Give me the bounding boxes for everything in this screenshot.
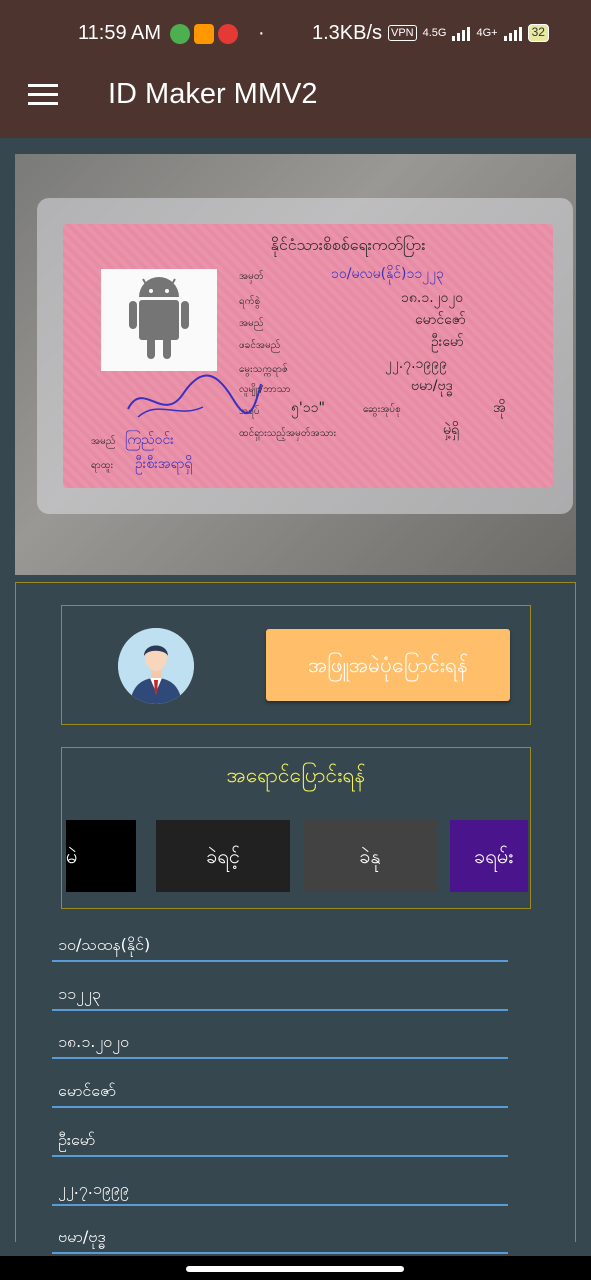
chrome-icon <box>170 24 190 44</box>
notification-icons <box>170 24 238 44</box>
card-value-rank: ဦးစီးအရာရှိ <box>135 456 193 472</box>
app-bar: ID Maker MMV2 <box>0 54 591 138</box>
issue-date-field[interactable]: ၁၈.၁.၂၀၂၀ <box>52 1023 508 1059</box>
color-section: အရောင်ပြောင်းရန် ခမဲ ခဲရင့် ခဲနု ခရမ်း <box>61 747 531 909</box>
hamburger-menu-icon[interactable] <box>28 84 58 108</box>
swatch-dark-gray[interactable]: ခဲရင့် <box>156 820 290 892</box>
battery-icon: 32 <box>527 24 549 42</box>
signature-scribble <box>127 374 262 418</box>
signal-label-1: 4.5G <box>422 27 447 39</box>
system-icons: VPN 4.5G 4G+ 32 <box>388 24 549 42</box>
swatch-purple[interactable]: ခရမ်း <box>450 820 528 892</box>
status-bar: 11:59 AM · 1.3KB/s VPN 4.5G 4G+ 32 <box>0 0 591 54</box>
card-value-id: ၁၀/မလမ(နိုင်)၁၁၂၂၃ <box>331 266 444 282</box>
card-value-height: ၅'၁၁" <box>291 400 325 416</box>
id-card: နိုင်ငံသားစိစစ်ရေးကတ်ပြား အမှတ် ရက်စွဲ အ… <box>63 224 553 488</box>
field-value: ဗမာ/ဗုဒ္ဓ <box>58 1227 106 1246</box>
app-notification-icon <box>194 24 214 44</box>
card-value-dob: ၂၂.၇.၁၉၉၉ <box>385 356 448 372</box>
android-icon[interactable] <box>101 269 217 371</box>
swatch-label: ခဲနု <box>359 844 381 868</box>
network-speed: 1.3KB/s <box>312 22 383 44</box>
system-nav-bar <box>0 1256 591 1280</box>
vpn-icon: VPN <box>388 25 417 41</box>
father-name-field[interactable]: ဦးမော် <box>52 1121 508 1157</box>
change-photo-bw-button[interactable]: အဖြူအမဲပုံပြောင်းရန် <box>266 629 510 701</box>
field-value: ၁၁၂၂၃ <box>58 984 101 1003</box>
home-gesture-pill[interactable] <box>186 1266 404 1272</box>
card-value-father: ဦးမော် <box>431 334 464 350</box>
card-value-issuer: ကြည်ဝင်း <box>125 432 174 448</box>
card-label: အမှတ် <box>239 271 264 282</box>
birth-date-field[interactable]: ၂၂.၇.၁၉၉၉ <box>52 1170 508 1206</box>
card-label: အမည် <box>239 318 264 329</box>
card-value-date: ၁၈.၁.၂၀၂၀ <box>401 290 464 306</box>
signal-icon <box>452 25 471 41</box>
swatch-label: ခရမ်း <box>474 844 514 868</box>
photo-section: အဖြူအမဲပုံပြောင်းရန် <box>61 605 531 725</box>
field-value: ၂၂.၇.၁၉၉၉ <box>58 1179 129 1198</box>
card-value-blood: အို <box>493 400 506 416</box>
card-value-name: မောင်ဇော် <box>415 312 466 328</box>
card-label: ဆွေးအုပ်စု <box>363 404 401 415</box>
signal-label-2: 4G+ <box>476 27 498 39</box>
swatch-gray[interactable]: ခဲနု <box>303 820 437 892</box>
name-field[interactable]: မောင်ဇော် <box>52 1072 508 1108</box>
id-suffix-field[interactable]: ၁၁၂၂၃ <box>52 975 508 1011</box>
field-value: ဦးမော် <box>58 1130 96 1149</box>
card-label: အမည် <box>91 436 116 447</box>
card-value-mark: မှဲ့ရှိ <box>443 422 460 438</box>
card-header: နိုင်ငံသားစိစစ်ရေးကတ်ပြား <box>270 235 426 254</box>
app-notification-icon-2 <box>218 24 238 44</box>
card-value-race: ဗမာ/ဗုဒ္ဓ <box>411 378 453 394</box>
swatch-label: ခမဲ <box>66 844 78 868</box>
color-swatch-list[interactable]: ခမဲ ခဲရင့် ခဲနု ခရမ်း <box>66 820 528 894</box>
swatch-black[interactable]: ခမဲ <box>66 820 136 892</box>
race-religion-field[interactable]: ဗမာ/ဗုဒ္ဓ <box>52 1218 508 1254</box>
id-number-field[interactable]: ၁၀/သထန(နိုင်) <box>52 926 508 962</box>
notification-dot: · <box>258 22 265 44</box>
field-value: ၁၀/သထန(နိုင်) <box>58 935 151 954</box>
card-label: ဖခင်အမည် <box>239 340 281 351</box>
person-avatar-icon[interactable] <box>118 628 194 704</box>
app-title: ID Maker MMV2 <box>108 78 318 110</box>
signal-icon-2 <box>503 25 522 41</box>
card-label: ရက်စွဲ <box>239 296 261 307</box>
color-section-heading: အရောင်ပြောင်းရန် <box>226 763 366 787</box>
id-card-preview: နိုင်ငံသားစိစစ်ရေးကတ်ပြား အမှတ် ရက်စွဲ အ… <box>15 154 576 575</box>
clock: 11:59 AM <box>78 22 162 44</box>
swatch-label: ခဲရင့် <box>206 844 240 868</box>
field-value: မောင်ဇော် <box>58 1081 117 1100</box>
field-value: ၁၈.၁.၂၀၂၀ <box>58 1032 130 1051</box>
card-label: ရာထူး <box>91 460 114 471</box>
